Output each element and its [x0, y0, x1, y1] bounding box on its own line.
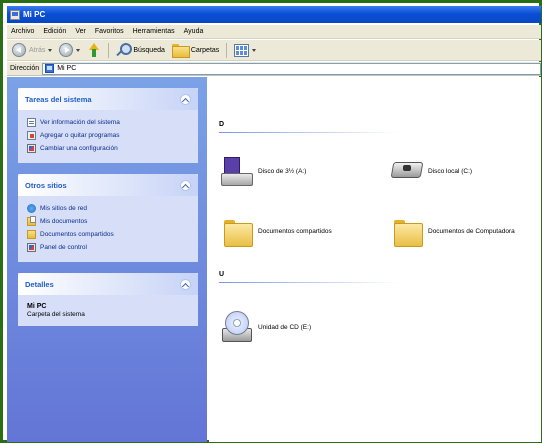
system-tasks-header[interactable]: Tareas del sistema — [18, 88, 198, 110]
control-panel-icon — [27, 144, 36, 153]
task-view-system-info[interactable]: Ver información del sistema — [27, 116, 192, 129]
menu-favoritos[interactable]: Favoritos — [95, 28, 124, 35]
cd-drive-item[interactable]: Unidad de CD (E:) — [221, 311, 311, 343]
my-documents-icon — [27, 216, 36, 226]
group-header: U — [219, 271, 225, 278]
views-button[interactable] — [232, 42, 258, 59]
network-places-icon — [27, 204, 36, 213]
search-button[interactable]: Búsqueda — [114, 42, 167, 59]
my-computer-icon — [45, 64, 55, 73]
task-label: Cambiar una configuración — [40, 145, 118, 152]
chevron-down-icon[interactable] — [76, 48, 81, 52]
item-label: Documentos de Computadora — [428, 227, 515, 235]
forward-button[interactable] — [57, 42, 82, 59]
item-label: Unidad de CD (E:) — [258, 323, 312, 331]
address-value: Mi PC — [57, 65, 77, 72]
collapse-icon[interactable] — [180, 93, 191, 105]
place-label: Mis documentos — [40, 218, 88, 225]
group-header: D — [219, 121, 225, 128]
content-area: D Disco de 3½ (A:) Disco local (C:) Docu… — [209, 77, 541, 442]
place-network[interactable]: Mis sitios de red — [27, 202, 192, 215]
search-label: Búsqueda — [133, 46, 165, 54]
floppy-drive-icon — [221, 155, 253, 187]
task-add-remove-programs[interactable]: Agregar o quitar programas — [27, 129, 192, 142]
up-folder-icon — [87, 43, 101, 57]
group-divider — [219, 282, 399, 283]
floppy-drive-item[interactable]: Disco de 3½ (A:) — [221, 155, 306, 187]
item-label: Disco local (C:) — [428, 167, 473, 175]
up-folder-button[interactable] — [85, 42, 103, 59]
collapse-icon[interactable] — [180, 179, 191, 191]
control-panel-icon — [27, 243, 36, 252]
toolbar: Atrás Búsqueda Carpetas — [7, 40, 541, 61]
other-places-title: Otros sitios — [25, 180, 67, 190]
menu-edicion[interactable]: Edición — [43, 28, 66, 35]
other-places-header[interactable]: Otros sitios — [18, 174, 198, 196]
folders-label: Carpetas — [190, 46, 220, 54]
folder-icon — [221, 215, 253, 247]
item-label: Documentos compartidos — [258, 227, 332, 235]
back-label: Atrás — [29, 46, 46, 54]
group-divider — [219, 132, 399, 133]
menu-archivo[interactable]: Archivo — [11, 28, 34, 35]
task-change-setting[interactable]: Cambiar una configuración — [27, 142, 192, 155]
toolbar-separator — [108, 42, 110, 58]
details-header[interactable]: Detalles — [18, 273, 198, 295]
place-shared-documents[interactable]: Documentos compartidos — [27, 228, 192, 241]
address-field[interactable]: Mi PC — [42, 62, 541, 75]
shared-folder-icon — [27, 230, 36, 239]
forward-arrow-icon — [59, 43, 74, 57]
collapse-icon[interactable] — [180, 278, 191, 290]
place-control-panel[interactable]: Panel de control — [27, 241, 192, 254]
hard-disk-icon — [391, 155, 423, 187]
place-my-documents[interactable]: Mis documentos — [27, 215, 192, 228]
menu-ayuda[interactable]: Ayuda — [184, 28, 204, 35]
folder-icon — [391, 215, 423, 247]
views-icon — [234, 43, 250, 57]
details-panel: Detalles Mi PC Carpeta del sistema — [18, 273, 198, 326]
back-button[interactable]: Atrás — [10, 42, 54, 59]
back-arrow-icon — [12, 43, 26, 57]
address-bar: Dirección Mi PC — [7, 62, 541, 76]
task-pane: Tareas del sistema Ver información del s… — [7, 77, 207, 442]
computer-documents-item[interactable]: Documentos de Computadora — [391, 215, 515, 247]
menu-bar: Archivo Edición Ver Favoritos Herramient… — [7, 25, 541, 39]
window-frame: Mi PC Archivo Edición Ver Favoritos Herr… — [0, 0, 542, 443]
search-icon — [116, 43, 133, 57]
system-info-icon — [27, 118, 36, 127]
menu-herramientas[interactable]: Herramientas — [133, 28, 175, 35]
item-label: Disco de 3½ (A:) — [258, 167, 307, 175]
title-bar[interactable]: Mi PC — [7, 6, 541, 23]
place-label: Documentos compartidos — [40, 231, 114, 238]
details-description: Carpeta del sistema — [27, 311, 85, 318]
details-name: Mi PC — [27, 303, 47, 310]
other-places-panel: Otros sitios Mis sitios de red Mis docum… — [18, 174, 198, 262]
system-tasks-title: Tareas del sistema — [25, 94, 92, 104]
toolbar-separator — [226, 42, 228, 58]
shared-documents-item[interactable]: Documentos compartidos — [221, 215, 332, 247]
details-title: Detalles — [25, 279, 54, 289]
system-tasks-panel: Tareas del sistema Ver información del s… — [18, 88, 198, 163]
my-computer-icon — [10, 9, 20, 20]
folders-button[interactable]: Carpetas — [170, 42, 221, 59]
address-label: Dirección — [10, 65, 40, 72]
place-label: Panel de control — [40, 244, 87, 251]
folders-icon — [171, 44, 190, 58]
chevron-down-icon[interactable] — [252, 48, 257, 52]
add-remove-programs-icon — [27, 131, 36, 140]
cd-drive-icon — [221, 311, 253, 343]
menu-ver[interactable]: Ver — [75, 28, 86, 35]
task-label: Ver información del sistema — [40, 119, 120, 126]
place-label: Mis sitios de red — [40, 205, 87, 212]
chevron-down-icon[interactable] — [48, 48, 53, 52]
task-label: Agregar o quitar programas — [40, 132, 120, 139]
local-disk-item[interactable]: Disco local (C:) — [391, 155, 472, 187]
window-title: Mi PC — [23, 10, 46, 19]
